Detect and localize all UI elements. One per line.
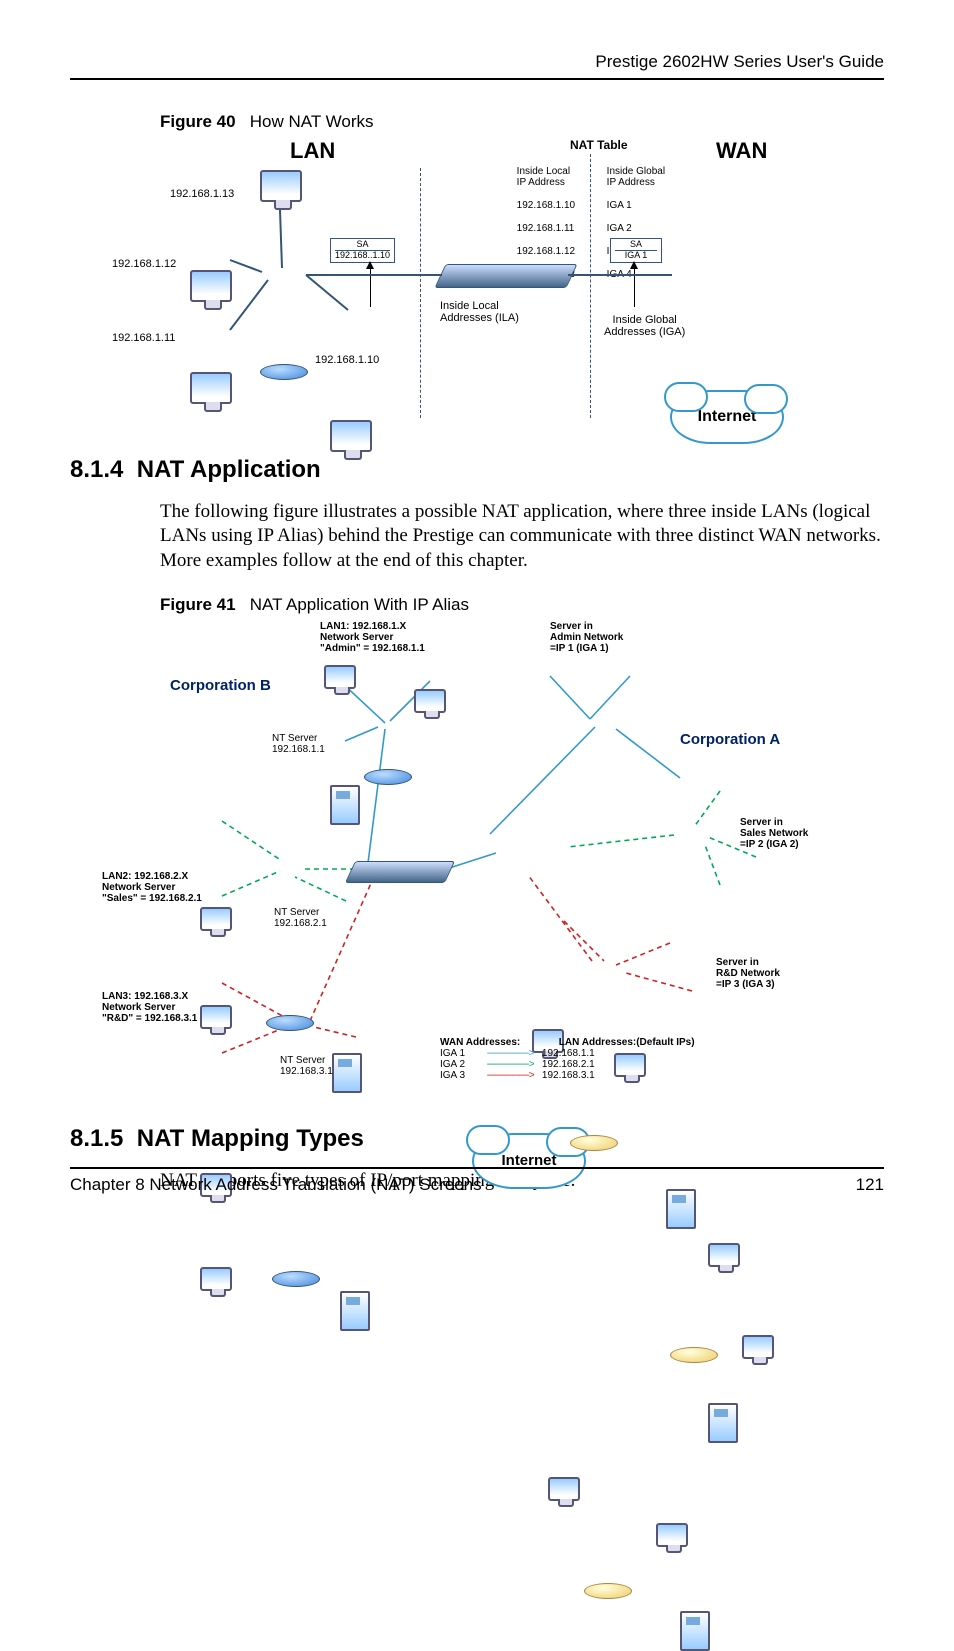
router-icon	[364, 769, 412, 785]
corp-a-label: Corporation A	[680, 731, 780, 748]
figure-40-title: How NAT Works	[250, 112, 374, 131]
prestige-device-icon	[345, 861, 455, 883]
pc-icon	[742, 1335, 774, 1359]
server-icon	[330, 785, 360, 825]
lan2-label: LAN2: 192.168.2.X Network Server "Sales"…	[102, 871, 202, 904]
host-icon	[330, 420, 372, 452]
wan-lan-map: WAN Addresses: LAN Addresses:(Default IP…	[440, 1037, 695, 1081]
nt1-label: NT Server 192.168.1.1	[272, 733, 325, 755]
lan1-label: LAN1: 192.168.1.X Network Server "Admin"…	[320, 621, 425, 654]
sales-server-label: Server in Sales Network =IP 2 (IGA 2)	[740, 817, 808, 850]
pc-icon	[414, 689, 446, 713]
page: Prestige 2602HW Series User's Guide Figu…	[0, 0, 954, 1235]
server-icon	[340, 1291, 370, 1331]
figure-40: LAN WAN NAT Table Inside Local IP Addres…	[160, 138, 800, 428]
pc-icon	[656, 1523, 688, 1547]
fig40-links	[160, 138, 800, 398]
figure-40-label: Figure 40	[160, 112, 236, 131]
figure-41: Corporation B Corporation A LAN1: 192.16…	[160, 621, 800, 1097]
pc-icon	[708, 1243, 740, 1267]
page-header: Prestige 2602HW Series User's Guide	[70, 52, 884, 80]
internet-cloud-icon: Internet	[670, 390, 784, 444]
footer-chapter: Chapter 8 Network Address Translation (N…	[70, 1175, 482, 1195]
pc-icon	[548, 1477, 580, 1501]
footer-page-number: 121	[856, 1175, 884, 1195]
nt3-label: NT Server 192.168.3.1	[280, 1055, 333, 1077]
pc-icon	[200, 1005, 232, 1029]
pc-icon	[324, 665, 356, 689]
heading-814: 8.1.4 NAT Application	[70, 456, 884, 484]
router-icon	[266, 1015, 314, 1031]
router-icon	[570, 1135, 618, 1151]
figure-41-caption: Figure 41 NAT Application With IP Alias	[160, 595, 884, 615]
paragraph-814: The following figure illustrates a possi…	[160, 500, 884, 573]
server-icon	[708, 1403, 738, 1443]
figure-41-title: NAT Application With IP Alias	[250, 595, 469, 614]
rnd-server-label: Server in R&D Network =IP 3 (IGA 3)	[716, 957, 780, 990]
router-icon	[584, 1583, 632, 1599]
server-icon	[680, 1611, 710, 1651]
server-icon	[332, 1053, 362, 1093]
pc-icon	[200, 907, 232, 931]
pc-icon	[200, 1267, 232, 1291]
admin-server-label: Server in Admin Network =IP 1 (IGA 1)	[550, 621, 623, 654]
page-footer: Chapter 8 Network Address Translation (N…	[70, 1167, 884, 1195]
nt2-label: NT Server 192.168.2.1	[274, 907, 327, 929]
router-icon	[670, 1347, 718, 1363]
lan3-label: LAN3: 192.168.3.X Network Server "R&D" =…	[102, 991, 197, 1024]
figure-40-caption: Figure 40 How NAT Works	[160, 112, 884, 132]
router-icon	[272, 1271, 320, 1287]
figure-41-label: Figure 41	[160, 595, 236, 614]
corp-b-label: Corporation B	[170, 677, 271, 694]
